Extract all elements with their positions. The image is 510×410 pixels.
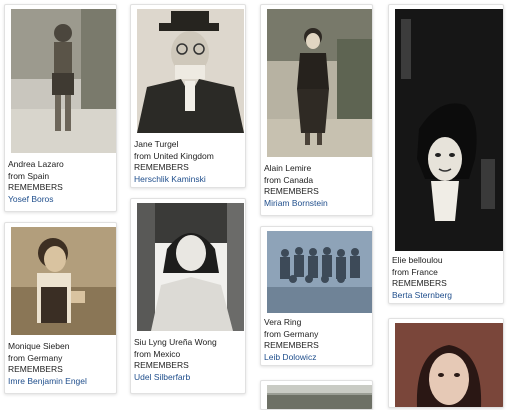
portrait-photo[interactable] [395, 323, 503, 407]
memory-author-origin: from Canada [264, 174, 314, 185]
memory-author-name: Elie belloulou [392, 255, 443, 265]
memory-card[interactable]: Monique Sieben from Germany REMEMBERS Im… [4, 222, 117, 394]
memory-author-origin: from Germany [8, 352, 63, 363]
remembers-label: REMEMBERS [264, 186, 319, 197]
portrait-photo[interactable] [11, 9, 116, 153]
landscape-photo[interactable] [267, 385, 372, 409]
remembers-label: REMEMBERS [134, 360, 189, 371]
remembered-person-link[interactable]: Miriam Bornstein [264, 198, 328, 210]
memory-author-name: Jane Turgel [134, 139, 179, 149]
remembers-label: REMEMBERS [8, 364, 63, 375]
remembers-label: REMEMBERS [8, 182, 63, 193]
remembers-label: REMEMBERS [392, 278, 447, 289]
memory-card[interactable]: Elie belloulou from France REMEMBERS Ber… [388, 4, 504, 304]
remembered-person-link[interactable]: Yosef Boros [8, 194, 64, 206]
group-photo[interactable] [267, 231, 372, 313]
portrait-photo[interactable] [137, 9, 244, 133]
memory-author-name: Alain Lemire [264, 163, 312, 173]
portrait-photo[interactable] [11, 227, 116, 335]
memory-card[interactable] [260, 380, 373, 410]
memory-author-origin: from Germany [264, 328, 319, 339]
memory-author-name: Andrea Lazaro [8, 159, 64, 169]
portrait-photo[interactable] [395, 9, 503, 251]
memory-card[interactable]: Vera Ring from Germany REMEMBERS Leib Do… [260, 226, 373, 366]
remembered-person-link[interactable]: Berta Sternberg [392, 290, 452, 302]
memory-card[interactable]: Siu Lyng Ureña Wong from Mexico REMEMBER… [130, 198, 246, 394]
memory-card[interactable]: Jane Turgel from United Kingdom REMEMBER… [130, 4, 246, 188]
remembers-label: REMEMBERS [134, 162, 189, 173]
remembered-person-link[interactable]: Imre Benjamin Engel [8, 376, 87, 388]
memory-author-origin: from United Kingdom [134, 150, 214, 161]
remembered-person-link[interactable]: Leib Dolowicz [264, 352, 319, 364]
remembers-label: REMEMBERS [264, 340, 319, 351]
remembered-person-link[interactable]: Udel Silberfarb [134, 372, 217, 384]
memory-author-origin: from Spain [8, 170, 50, 181]
portrait-photo[interactable] [137, 203, 244, 331]
memory-card[interactable]: Andrea Lazaro from Spain REMEMBERS Yosef… [4, 4, 117, 212]
memory-author-name: Monique Sieben [8, 341, 70, 351]
portrait-photo[interactable] [267, 9, 372, 157]
memory-card[interactable] [388, 318, 504, 408]
memory-author-origin: from Mexico [134, 348, 181, 359]
memory-card[interactable]: Alain Lemire from Canada REMEMBERS Miria… [260, 4, 373, 216]
memory-author-origin: from France [392, 266, 438, 277]
memory-author-name: Siu Lyng Ureña Wong [134, 337, 217, 347]
remembered-person-link[interactable]: Herschlik Kaminski [134, 174, 214, 186]
memory-author-name: Vera Ring [264, 317, 302, 327]
